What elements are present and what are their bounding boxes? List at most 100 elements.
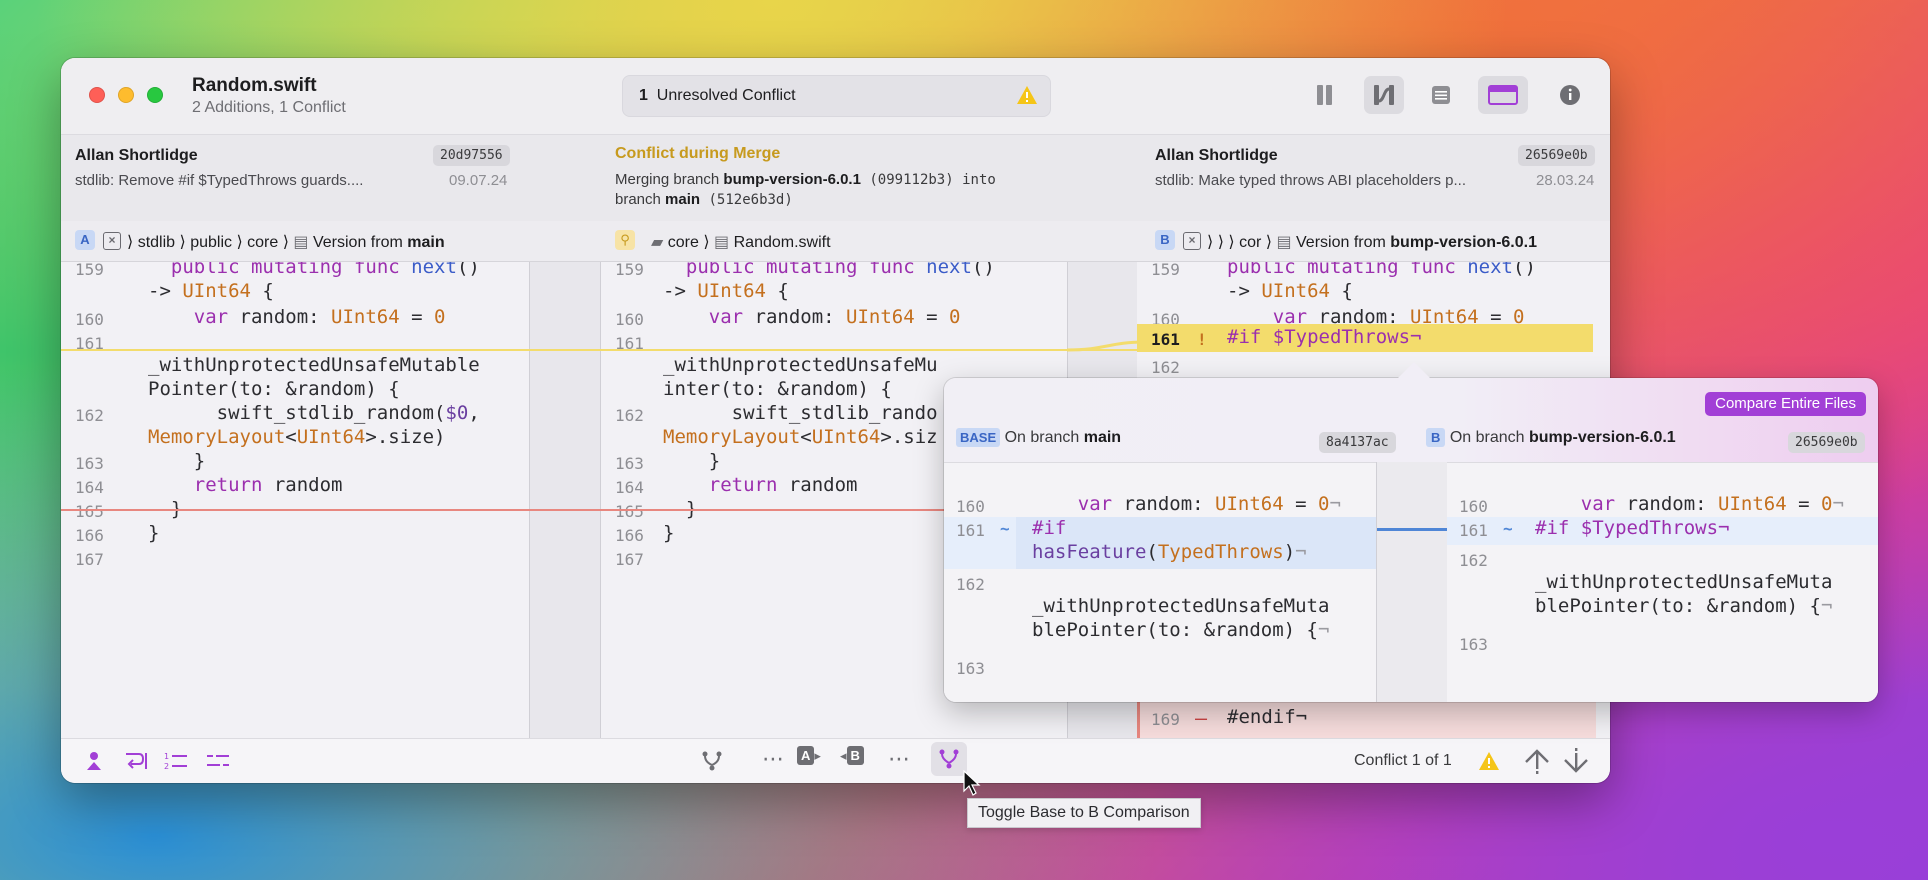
popover-arrow (1396, 362, 1432, 380)
base-hash[interactable]: 8a4137ac (1319, 432, 1396, 453)
conflict-position: Conflict 1 of 1 (1354, 752, 1452, 769)
code-line: } (663, 522, 675, 544)
code-line: var random: UInt64 = 0 (708, 306, 961, 328)
code-line: -> UInt64 { (148, 280, 274, 302)
code-line: var random: UInt64 = 0 (193, 306, 446, 328)
line-number: 162 (75, 406, 104, 425)
close-side-a-icon[interactable]: × (103, 232, 121, 250)
merge-status-title: Conflict during Merge (615, 145, 781, 162)
side-b-badge: B (1155, 230, 1175, 250)
popover-base-header: BASE On branch main (956, 428, 1121, 464)
unified-view-button[interactable] (1421, 76, 1461, 114)
close-window-button[interactable] (89, 87, 105, 103)
commit-a-message: stdlib: Remove #if $TypedThrows guards..… (75, 172, 364, 189)
zoom-window-button[interactable] (147, 87, 163, 103)
breadcrumb-b[interactable]: ⟩ ⟩ ⟩ cor ⟩ ▤ Version from bump-version-… (1207, 232, 1537, 252)
wrap-lines-icon[interactable] (123, 750, 147, 772)
base-b-comparison-popover: Compare Entire Files BASE On branch main… (944, 378, 1878, 702)
toggle-base-b-comparison-button[interactable] (931, 742, 967, 776)
file-icon: ▤ (714, 234, 730, 251)
code-line: return random (193, 474, 343, 496)
folder-icon: ▰ (651, 234, 664, 251)
line-number: 165 (615, 502, 644, 521)
line-number: 159 (615, 262, 644, 279)
unresolved-conflict-button[interactable]: 1 Unresolved Conflict (622, 75, 1051, 117)
commit-b-author: Allan Shortlidge (1155, 147, 1278, 164)
compare-branch-icon (939, 749, 959, 769)
line-number: 160 (615, 310, 644, 329)
person-icon: ⚲ (615, 230, 635, 250)
take-a-button[interactable]: A ▸ (797, 746, 821, 768)
minimize-window-button[interactable] (118, 87, 134, 103)
commit-b-hash[interactable]: 26569e0b (1518, 145, 1595, 166)
line-number: 163 (615, 454, 644, 473)
code-line: Pointer(to: &random) { (148, 378, 400, 400)
popover-connector-gutter (1376, 462, 1448, 702)
popover-b-header: B On branch bump-version-6.0.1 (1426, 428, 1676, 464)
code-line: } (148, 522, 160, 544)
commit-b-date: 28.03.24 (1536, 172, 1595, 189)
file-title: Random.swift (192, 75, 317, 96)
connected-view-button[interactable] (1364, 76, 1404, 114)
code-line: swift_stdlib_rando (663, 402, 938, 424)
conflict-connector-curve (1067, 340, 1147, 352)
accept-person-icon[interactable] (83, 750, 105, 772)
code-line: public mutating func next() (685, 262, 995, 278)
breadcrumb-base[interactable]: ▰ core ⟩ ▤ Random.swift (651, 232, 831, 252)
info-icon (1560, 85, 1580, 105)
connector-gutter-left (529, 262, 601, 738)
code-line: } (148, 450, 206, 472)
svg-text:2: 2 (164, 762, 169, 771)
code-line: MemoryLayout<UInt64>.size) (148, 426, 446, 448)
connector-icon (1374, 85, 1394, 105)
line-number: 166 (615, 526, 644, 545)
svg-text:1: 1 (164, 752, 169, 761)
code-line: _withUnprotectedUnsafeMutable (148, 354, 480, 376)
previous-conflict-icon[interactable] (1522, 746, 1552, 776)
branch-merge-icon[interactable] (700, 750, 724, 772)
take-b-button[interactable]: ◂ B (840, 746, 864, 768)
line-number: 167 (75, 550, 104, 569)
breadcrumb-a[interactable]: ⟩ stdlib ⟩ public ⟩ core ⟩ ▤ Version fro… (127, 232, 445, 252)
warning-icon (1017, 86, 1037, 104)
code-line: _withUnprotectedUnsafeMu (663, 354, 938, 376)
popover-base-pane[interactable]: 160 var random: UInt64 = 0¬ 161 ~ #if ha… (944, 462, 1376, 702)
conflict-count: 1 (639, 87, 648, 104)
line-number: 159 (75, 262, 104, 279)
next-conflict-icon[interactable] (1561, 746, 1591, 776)
compare-entire-files-button[interactable]: Compare Entire Files (1705, 392, 1866, 416)
side-by-side-view-button[interactable] (1307, 76, 1347, 114)
toggle-header-button[interactable] (1478, 76, 1528, 114)
close-side-b-icon[interactable]: × (1183, 232, 1201, 250)
file-icon: ▤ (293, 234, 309, 251)
code-line: -> UInt64 { (663, 280, 789, 302)
code-line: public mutating func next() (170, 262, 480, 278)
conflict-label: Unresolved Conflict (656, 87, 796, 104)
columns-icon (1317, 85, 1332, 105)
target-branch: main (665, 191, 701, 208)
code-line: } (663, 450, 721, 472)
line-number: 166 (75, 526, 104, 545)
list-icon (1432, 86, 1450, 104)
popover-b-pane[interactable]: 160 var random: UInt64 = 0¬ 161 ~ #if $T… (1447, 462, 1878, 702)
tooltip: Toggle Base to B Comparison (967, 798, 1201, 828)
conflict-connector-line (61, 349, 1137, 351)
conflict-code-line: #if $TypedThrows¬ (1227, 326, 1422, 348)
more-options-icon[interactable]: ⋯ (762, 746, 784, 772)
line-numbers-icon[interactable]: 12 (163, 750, 189, 772)
file-icon: ▤ (1276, 234, 1292, 251)
info-button[interactable] (1550, 76, 1590, 114)
commit-a-hash[interactable]: 20d97556 (433, 145, 510, 166)
commit-b-message: stdlib: Make typed throws ABI placeholde… (1155, 172, 1466, 189)
line-number-161: 161 (1151, 330, 1180, 349)
conflict-marker: ! (1197, 330, 1207, 349)
invisibles-icon[interactable] (205, 750, 231, 772)
code-line: MemoryLayout<UInt64>.siz (663, 426, 938, 448)
b-hash[interactable]: 26569e0b (1788, 432, 1865, 453)
line-number: 160 (75, 310, 104, 329)
line-number: 162 (615, 406, 644, 425)
mouse-cursor-icon (963, 770, 981, 796)
more-options-icon[interactable]: ⋯ (888, 746, 910, 772)
editor-pane-a[interactable]: 159 public mutating func next() -> UInt64… (61, 262, 529, 738)
line-number: 164 (75, 478, 104, 497)
